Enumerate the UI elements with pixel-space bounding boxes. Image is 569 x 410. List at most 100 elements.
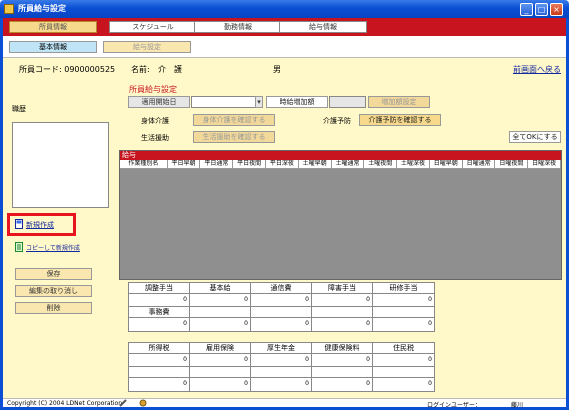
deduction-value[interactable]: 0 bbox=[312, 354, 373, 366]
deduction-value[interactable]: 0 bbox=[373, 378, 434, 391]
cancel-edit-button[interactable]: 編集の取り消し bbox=[15, 285, 92, 297]
staff-code: 所員コード: 0900000525 bbox=[19, 65, 116, 74]
col-sat-late: 土曜深夜 bbox=[397, 160, 430, 168]
back-link[interactable]: 前画面へ戻る bbox=[513, 64, 561, 75]
deduction-value[interactable]: 0 bbox=[251, 354, 312, 366]
allowance-value[interactable]: 0 bbox=[373, 318, 434, 331]
col-weekday-night: 平日夜間 bbox=[233, 160, 267, 168]
deduction-value-row-2: 0 0 0 0 0 bbox=[129, 378, 434, 391]
allowance-value[interactable]: 0 bbox=[373, 294, 434, 306]
body-care-label: 身体介護 bbox=[141, 117, 169, 125]
allowance-value[interactable]: 0 bbox=[190, 318, 251, 331]
subtab-salary-settings[interactable]: 給与設定 bbox=[103, 41, 191, 53]
tab-attendance[interactable]: 勤務情報 bbox=[194, 21, 282, 33]
col-sun-early: 日曜早朝 bbox=[430, 160, 463, 168]
close-icon[interactable]: × bbox=[550, 3, 563, 16]
start-date-field[interactable] bbox=[191, 96, 263, 108]
allowance-header: 調整手当 bbox=[129, 283, 190, 293]
salary-grid[interactable]: 給与 作業種別名 平日早朝 平日通常 平日夜間 平日深夜 土曜早朝 土曜通常 土… bbox=[119, 150, 562, 280]
start-date-button[interactable]: 適用開始日 bbox=[128, 96, 190, 108]
chevron-down-icon[interactable]: ▾ bbox=[255, 96, 263, 108]
name-label: 名前: bbox=[131, 65, 150, 74]
settings-icon[interactable] bbox=[139, 399, 147, 407]
deduction-header: 厚生年金 bbox=[251, 343, 312, 353]
new-document-icon[interactable] bbox=[15, 219, 23, 229]
col-sun-late: 日曜深夜 bbox=[528, 160, 562, 168]
title-bar: 所員給与設定 _ □ × bbox=[0, 0, 569, 18]
sub-tab-bar: 基本情報 給与設定 bbox=[3, 36, 566, 58]
allowance-header: 研修手当 bbox=[389, 284, 418, 292]
deduction-value[interactable]: 0 bbox=[190, 354, 251, 366]
life-support-label: 生活援助 bbox=[141, 134, 169, 142]
allowance-value[interactable]: 0 bbox=[129, 294, 190, 306]
allowance-table: 調整手当 基本給 通信費 障害手当 研修手当 0 0 0 0 0 事務費 0 0… bbox=[128, 282, 435, 332]
allowance-header: 基本給 bbox=[190, 283, 251, 293]
deduction-value[interactable]: 0 bbox=[251, 378, 312, 391]
col-sat-night: 土曜夜間 bbox=[364, 160, 398, 168]
copy-document-icon[interactable] bbox=[15, 242, 23, 252]
allowance-value[interactable]: 0 bbox=[312, 294, 373, 306]
deduction-value[interactable]: 0 bbox=[129, 354, 190, 366]
col-sun-night: 日曜夜間 bbox=[495, 160, 529, 168]
deduction-header: 住民税 bbox=[393, 344, 414, 352]
life-support-button[interactable]: 生活援助を確認する bbox=[193, 131, 275, 143]
section-title: 所員給与設定 bbox=[129, 85, 177, 94]
col-sat-normal: 土曜通常 bbox=[332, 160, 365, 168]
history-label: 職歴 bbox=[12, 105, 26, 113]
status-bar: Copyright (C) 2004 LDNet Corporation ログイ… bbox=[3, 398, 566, 409]
tab-salary[interactable]: 給与情報 bbox=[279, 21, 367, 33]
deduction-value[interactable]: 0 bbox=[190, 378, 251, 391]
new-create-link[interactable]: 新規作成 bbox=[26, 220, 54, 230]
deduction-value[interactable]: 0 bbox=[373, 354, 434, 366]
save-button[interactable]: 保存 bbox=[15, 268, 92, 280]
allowance-header: 事務費 bbox=[129, 307, 190, 317]
allowance-value[interactable]: 0 bbox=[190, 294, 251, 306]
hourly-increase-button[interactable]: 時給増加額 bbox=[266, 96, 328, 108]
allowance-value[interactable]: 0 bbox=[129, 318, 190, 331]
subtab-basic-info[interactable]: 基本情報 bbox=[9, 41, 97, 53]
deduction-header: 雇用保険 bbox=[190, 343, 251, 353]
allowance-value[interactable]: 0 bbox=[312, 318, 373, 331]
left-panel: 職歴 新規作成 コピーして新規作成 保存 編集の取り消し 削除 bbox=[3, 80, 117, 398]
staff-info-bar: 所員コード: 0900000525 名前: 介 護 男 前画面へ戻る bbox=[3, 58, 566, 80]
maximize-icon[interactable]: □ bbox=[535, 3, 548, 16]
allowance-header-row-2: 事務費 bbox=[129, 307, 434, 318]
deduction-header-row: 所得税 雇用保険 厚生年金 健康保険料 住民税 bbox=[129, 343, 434, 354]
col-sun-normal: 日曜通常 bbox=[463, 160, 496, 168]
allowance-value[interactable]: 0 bbox=[251, 294, 312, 306]
allowance-value-row-2: 0 0 0 0 0 bbox=[129, 318, 434, 331]
delete-button[interactable]: 削除 bbox=[15, 302, 92, 314]
minimize-icon[interactable]: _ bbox=[520, 3, 533, 16]
all-ok-button[interactable]: 全てOKにする bbox=[509, 131, 561, 143]
allowance-header: 障害手当 bbox=[312, 283, 373, 293]
col-work-type: 作業種別名 bbox=[120, 160, 168, 168]
tab-schedule[interactable]: スケジュール bbox=[109, 21, 197, 33]
grid-header-row: 作業種別名 平日早朝 平日通常 平日夜間 平日深夜 土曜早朝 土曜通常 土曜夜間… bbox=[120, 160, 562, 169]
login-user-label: ログインユーザー： bbox=[427, 402, 481, 409]
deduction-table: 所得税 雇用保険 厚生年金 健康保険料 住民税 0 0 0 0 0 0 0 0 … bbox=[128, 342, 435, 392]
col-weekday-early: 平日早朝 bbox=[168, 160, 201, 168]
tab-staff-info[interactable]: 所員情報 bbox=[9, 21, 97, 33]
deduction-blank-row bbox=[129, 367, 434, 378]
history-list[interactable] bbox=[12, 122, 109, 208]
top-navigation: 所員情報 スケジュール 勤務情報 給与情報 bbox=[3, 18, 566, 36]
pencil-icon[interactable] bbox=[119, 399, 127, 407]
grid-title: 給与 bbox=[120, 151, 561, 160]
hourly-increase-field[interactable] bbox=[329, 96, 366, 108]
allowance-value[interactable]: 0 bbox=[251, 318, 312, 331]
deduction-header: 所得税 bbox=[129, 343, 190, 353]
prevention-button[interactable]: 介護予防を確認する bbox=[359, 114, 441, 126]
deduction-value[interactable]: 0 bbox=[129, 378, 190, 391]
col-sat-early: 土曜早朝 bbox=[299, 160, 332, 168]
app-icon bbox=[4, 4, 14, 14]
copy-create-link[interactable]: コピーして新規作成 bbox=[26, 243, 80, 252]
main-panel: 所員給与設定 適用開始日 ▾ 時給増加額 増加額設定 身体介護 身体介護を確認す… bbox=[117, 80, 566, 398]
prevention-label: 介護予防 bbox=[323, 117, 351, 125]
login-user-name: 藤川 bbox=[511, 402, 524, 409]
col-weekday-normal: 平日通常 bbox=[200, 160, 234, 168]
add-setting-button[interactable]: 増加額設定 bbox=[368, 96, 430, 108]
window-title: 所員給与設定 bbox=[18, 4, 66, 13]
name-value: 介 護 bbox=[158, 65, 182, 74]
deduction-value[interactable]: 0 bbox=[312, 378, 373, 391]
body-care-button[interactable]: 身体介護を確認する bbox=[193, 114, 275, 126]
